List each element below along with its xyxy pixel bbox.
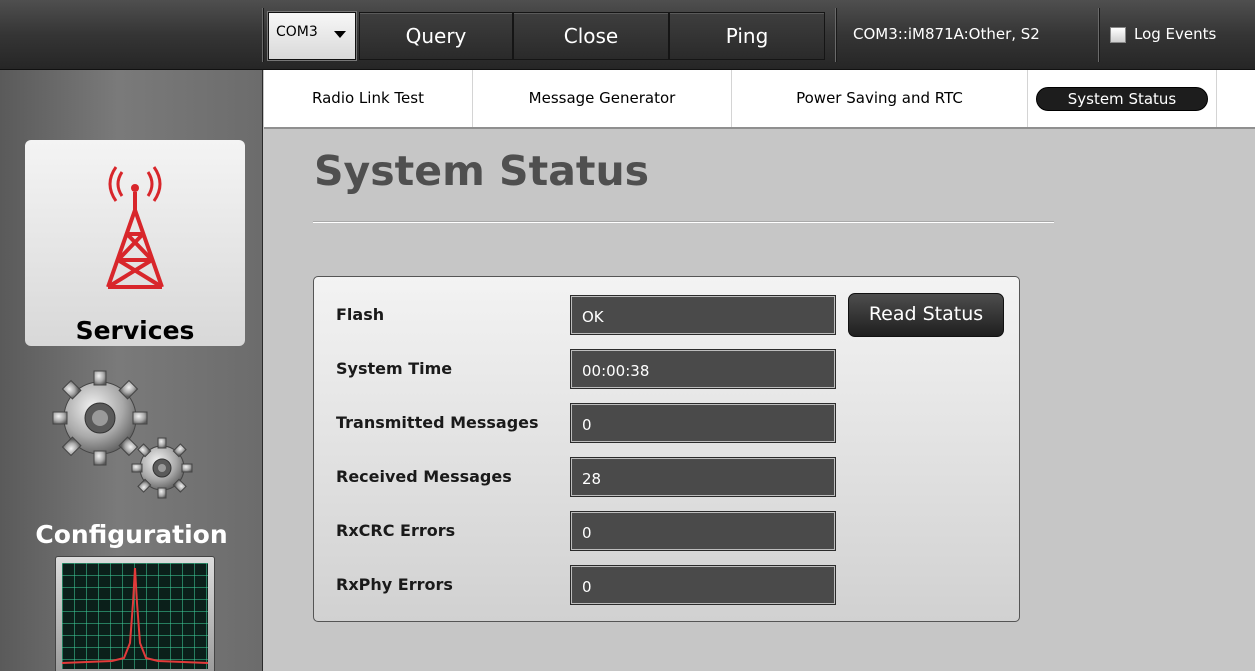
nav-services[interactable]: Services xyxy=(25,140,245,346)
flash-field[interactable]: OK xyxy=(570,295,836,335)
port-select[interactable]: COM3 xyxy=(267,11,357,61)
rxcrc-errors-field[interactable]: 0 xyxy=(570,511,836,551)
chevron-down-icon xyxy=(334,31,346,38)
close-button[interactable]: Close xyxy=(513,12,669,60)
monitor-screen xyxy=(62,563,208,669)
port-info-text: COM3::iM871A:Other, S2 xyxy=(853,25,1040,43)
sidebar: Services Configuration xyxy=(0,70,263,671)
tab-system-status[interactable]: System Status xyxy=(1028,70,1216,127)
tab-power-saving-rtc[interactable]: Power Saving and RTC xyxy=(732,70,1027,127)
ping-button[interactable]: Ping xyxy=(669,12,825,60)
received-messages-field[interactable]: 28 xyxy=(570,457,836,497)
spectrum-trace-icon xyxy=(62,567,208,664)
rxphy-errors-field[interactable]: 0 xyxy=(570,565,836,605)
tab-radio-link-test[interactable]: Radio Link Test xyxy=(264,70,472,127)
page-title: System Status xyxy=(314,147,650,195)
system-time-field[interactable]: 00:00:38 xyxy=(570,349,836,389)
transmitted-messages-label: Transmitted Messages xyxy=(336,413,539,432)
log-events-checkbox[interactable] xyxy=(1110,27,1126,43)
title-divider xyxy=(313,222,1054,223)
read-status-button[interactable]: Read Status xyxy=(848,293,1004,337)
tab-message-generator[interactable]: Message Generator xyxy=(473,70,731,127)
received-messages-label: Received Messages xyxy=(336,467,512,486)
radio-tower-icon xyxy=(106,166,164,289)
spectrum-monitor-icon[interactable] xyxy=(55,556,215,671)
flash-label: Flash xyxy=(336,305,385,324)
nav-services-label: Services xyxy=(75,316,195,345)
rxcrc-errors-label: RxCRC Errors xyxy=(336,521,456,540)
tab-bar: Radio Link Test Message Generator Power … xyxy=(264,70,1255,129)
port-select-value: COM3 xyxy=(276,24,318,40)
toolbar-divider xyxy=(835,8,836,62)
log-events-label[interactable]: Log Events xyxy=(1134,25,1216,43)
nav-configuration-label[interactable]: Configuration xyxy=(0,520,263,549)
tab-system-status-label: System Status xyxy=(1035,87,1209,111)
status-panel: Read Status Flash OK System Time 00:00:3… xyxy=(313,276,1020,622)
system-time-label: System Time xyxy=(336,359,453,378)
gears-icon[interactable] xyxy=(52,370,202,500)
top-toolbar: COM3 Query Close Ping COM3::iM871A:Other… xyxy=(0,0,1255,70)
query-button[interactable]: Query xyxy=(359,12,513,60)
transmitted-messages-field[interactable]: 0 xyxy=(570,403,836,443)
tab-divider xyxy=(1216,70,1217,127)
toolbar-divider xyxy=(262,8,263,62)
toolbar-divider xyxy=(1098,8,1099,62)
rxphy-errors-label: RxPhy Errors xyxy=(336,575,453,594)
